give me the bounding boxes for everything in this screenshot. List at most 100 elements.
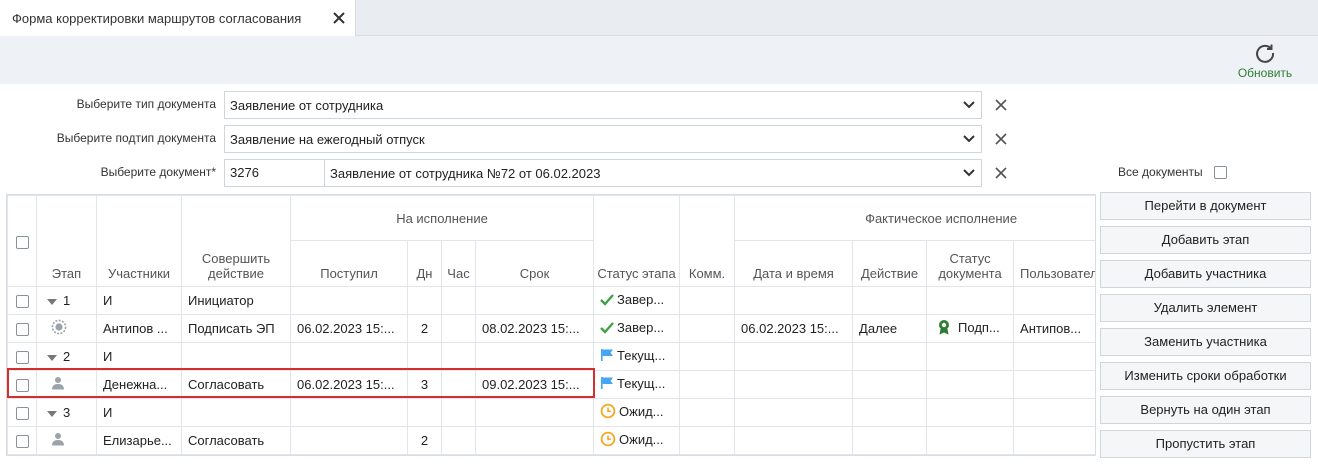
collapse-icon[interactable] [47, 298, 57, 305]
cell-doc-status [926, 342, 1015, 371]
cell-stage: 1 [36, 286, 97, 315]
doc-label: Выберите документ* [100, 165, 216, 179]
row-select-cell[interactable] [7, 286, 37, 315]
row-select-cell[interactable] [7, 398, 37, 427]
cell-action: Подписать ЭП [181, 314, 291, 343]
col-deadline[interactable]: Срок [474, 240, 595, 287]
col-datetime[interactable]: Дата и время [734, 240, 854, 287]
collapse-icon[interactable] [47, 354, 57, 361]
check-icon [600, 293, 614, 306]
refresh-icon [1256, 44, 1275, 63]
select-all-checkbox[interactable] [15, 235, 29, 249]
all-docs-checkbox[interactable] [1213, 166, 1227, 180]
cell-action: Согласовать [181, 370, 291, 399]
skip-stage-button[interactable]: Пропустить этап [1100, 430, 1311, 458]
col-comment[interactable]: Комм. [679, 195, 736, 287]
row-checkbox[interactable] [15, 295, 29, 309]
cell-deadline: 08.02.2023 15:... [474, 314, 595, 343]
clear-icon[interactable] [992, 130, 1010, 148]
award-icon [937, 319, 951, 335]
cell-comment [679, 370, 736, 399]
cell-stage-status: Текущ... [593, 370, 681, 399]
row-checkbox[interactable] [15, 379, 29, 393]
action-panel: Перейти в документ Добавить этап Добавит… [1100, 192, 1311, 464]
cell-action: Согласовать [181, 426, 291, 455]
cell-doc-status [926, 370, 1015, 399]
col-stage-status[interactable]: Статус этапа [593, 195, 681, 287]
row-checkbox[interactable] [15, 323, 29, 337]
clear-icon[interactable] [992, 96, 1010, 114]
doc-select[interactable]: Заявление от сотрудника №72 от 06.02.202… [324, 159, 982, 187]
table-row[interactable]: Антипов ... Подписать ЭП 06.02.2023 15:...… [7, 314, 1095, 343]
doc-type-label: Выберите тип документа [76, 97, 216, 111]
table-row[interactable]: Денежна... Согласовать 06.02.2023 15:... 3 0… [7, 370, 1095, 399]
cell-hours [441, 286, 476, 315]
stage-number: 3 [63, 405, 71, 420]
table-row[interactable]: Елизарье... Согласовать 2 Ожид... [7, 426, 1095, 455]
table-row[interactable]: 3 И Ожид... [7, 398, 1095, 427]
table-row[interactable]: 1 И Инициатор Завер... [7, 286, 1095, 315]
row-checkbox[interactable] [15, 407, 29, 421]
chevron-down-icon[interactable] [957, 126, 981, 152]
status-text: Текущ... [617, 375, 666, 391]
row-select-cell[interactable] [7, 314, 37, 343]
delete-element-button[interactable]: Удалить элемент [1100, 294, 1311, 322]
row-select-cell[interactable] [7, 370, 37, 399]
doc-type-select[interactable]: Заявление от сотрудника [224, 91, 982, 119]
col-action[interactable]: Совершить действие [181, 195, 291, 287]
tab-route-form[interactable]: Форма корректировки маршрутов согласован… [0, 0, 356, 36]
cell-action [181, 342, 291, 371]
col-user[interactable]: Пользовател [1013, 240, 1095, 287]
cell-stage: 2 [36, 342, 97, 371]
change-terms-button[interactable]: Изменить сроки обработки [1100, 362, 1311, 390]
open-document-button[interactable]: Перейти в документ [1100, 192, 1311, 220]
table-row[interactable]: 2 И Текущ... [7, 342, 1095, 371]
tab-title: Форма корректировки маршрутов согласован… [12, 10, 302, 26]
cell-comment [679, 286, 736, 315]
cell-stage-status: Завер... [593, 286, 681, 315]
cell-doc-status [926, 286, 1015, 315]
add-participant-button[interactable]: Добавить участника [1100, 260, 1311, 288]
select-all-cell[interactable] [7, 195, 37, 287]
cell-doc-status [926, 426, 1015, 455]
col-act[interactable]: Действие [852, 240, 928, 287]
doc-status-text: Подп... [958, 319, 1000, 335]
refresh-label: Обновить [1237, 66, 1293, 80]
col-days[interactable]: Дн [407, 240, 442, 287]
status-text: Ожид... [619, 431, 664, 447]
row-checkbox[interactable] [15, 435, 29, 449]
person-icon [51, 432, 65, 449]
col-participants[interactable]: Участники [96, 195, 182, 287]
all-docs-toggle[interactable]: Все документы [1118, 165, 1227, 180]
row-checkbox[interactable] [15, 351, 29, 365]
doc-subtype-select[interactable]: Заявление на ежегодный отпуск [224, 125, 982, 153]
row-select-cell[interactable] [7, 342, 37, 371]
cell-doc-status [926, 398, 1015, 427]
collapse-icon[interactable] [47, 410, 57, 417]
doc-id-field[interactable]: 3276 [224, 159, 326, 187]
cell-deadline [474, 398, 595, 427]
cell-user [1013, 370, 1095, 399]
cell-datetime [734, 286, 854, 315]
refresh-button[interactable]: Обновить [1232, 42, 1298, 84]
chevron-down-icon[interactable] [957, 160, 981, 186]
cell-act: Далее [852, 314, 928, 343]
return-stage-button[interactable]: Вернуть на один этап [1100, 396, 1311, 424]
group-exec: На исполнение [289, 195, 595, 241]
clear-icon[interactable] [992, 164, 1010, 182]
cell-days [407, 398, 442, 427]
col-doc-status[interactable]: Статус документа [926, 240, 1015, 287]
col-hours[interactable]: Час [441, 240, 476, 287]
col-stage[interactable]: Этап [36, 195, 97, 287]
add-stage-button[interactable]: Добавить этап [1100, 226, 1311, 254]
close-icon[interactable] [330, 9, 348, 27]
status-text: Текущ... [617, 347, 666, 363]
clock-icon [600, 403, 616, 419]
col-received[interactable]: Поступил [290, 240, 408, 287]
replace-participant-button[interactable]: Заменить участника [1100, 328, 1311, 356]
cell-participant: И [96, 398, 182, 427]
group-actual: Фактическое исполнение [734, 195, 1095, 241]
stage-number: 2 [63, 349, 71, 364]
row-select-cell[interactable] [7, 426, 37, 455]
chevron-down-icon[interactable] [957, 92, 981, 118]
